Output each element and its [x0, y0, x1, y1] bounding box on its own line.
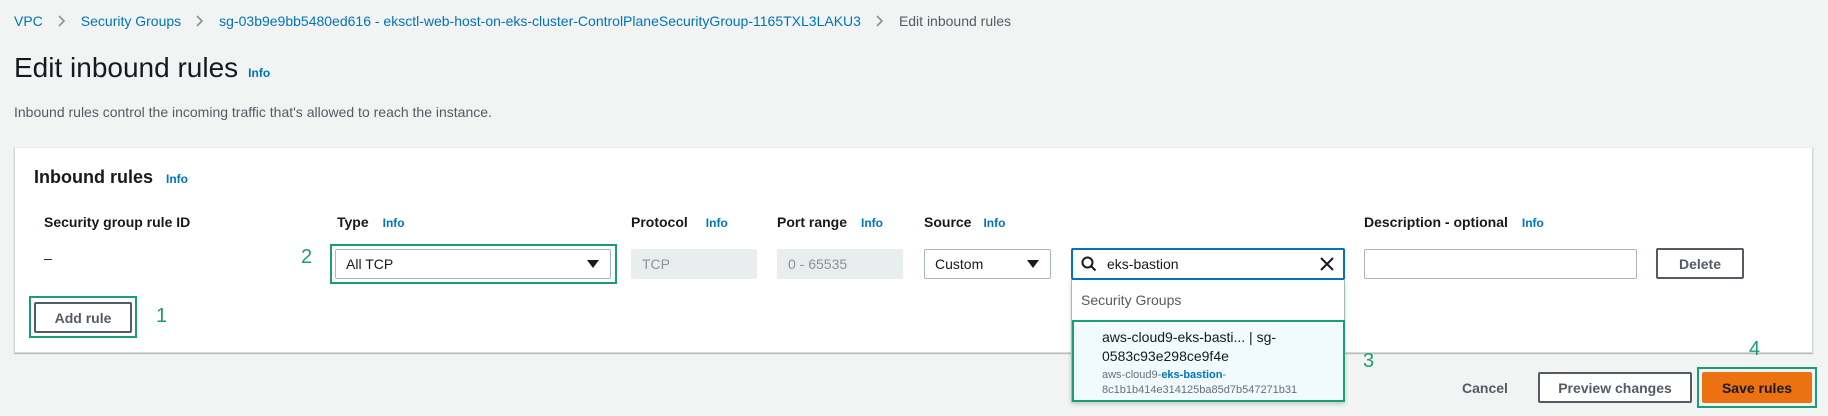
search-icon — [1081, 256, 1097, 272]
page-description: Inbound rules control the incoming traff… — [14, 104, 492, 120]
add-rule-button[interactable]: Add rule — [34, 302, 132, 333]
option-sub-match: eks-bastion — [1161, 369, 1223, 381]
chevron-right-icon — [875, 15, 885, 27]
type-select[interactable]: All TCP — [335, 249, 611, 279]
save-rules-label: Save rules — [1721, 379, 1793, 396]
option-sub-prefix: aws-cloud9- — [1102, 369, 1162, 381]
option-subtitle-line1: aws-cloud9-eks-bastion- — [1102, 368, 1343, 383]
panel-title: Inbound rules Info — [34, 167, 188, 188]
port-range-field: 0 - 65535 — [777, 249, 903, 279]
breadcrumb-vpc[interactable]: VPC — [14, 13, 43, 29]
caret-down-icon — [1027, 260, 1039, 268]
col-header-rule-id: Security group rule ID — [44, 214, 190, 230]
protocol-info-link[interactable]: Info — [706, 216, 728, 230]
annotation-4: 4 — [1749, 338, 1761, 360]
protocol-value: TCP — [642, 256, 670, 272]
breadcrumb: VPC Security Groups sg-03b9e9bb5480ed616… — [14, 13, 1011, 29]
breadcrumb-security-groups[interactable]: Security Groups — [81, 13, 181, 29]
annotation-1: 1 — [156, 305, 168, 327]
port-range-info-link[interactable]: Info — [861, 216, 883, 230]
chevron-right-icon — [195, 15, 205, 27]
source-search-input[interactable]: eks-bastion — [1071, 248, 1345, 280]
source-search-value: eks-bastion — [1107, 256, 1179, 272]
dropdown-option-security-group[interactable]: aws-cloud9-eks-basti... | sg- 0583c93e29… — [1072, 320, 1345, 402]
protocol-field: TCP — [631, 249, 757, 279]
panel-info-link[interactable]: Info — [166, 172, 188, 186]
panel-title-text: Inbound rules — [34, 167, 153, 187]
col-header-rule-id-label: Security group rule ID — [44, 214, 191, 230]
col-header-port-range: Port range Info — [777, 214, 883, 230]
delete-button-label: Delete — [1678, 255, 1722, 272]
option-sub-suffix: - — [1222, 369, 1227, 381]
breadcrumb-current: Edit inbound rules — [898, 13, 1012, 29]
source-info-link[interactable]: Info — [983, 216, 1005, 230]
breadcrumb-security-group-id[interactable]: sg-03b9e9bb5480ed616 - eksctl-web-host-o… — [219, 13, 861, 29]
source-type-select[interactable]: Custom — [924, 249, 1051, 279]
option-subtitle-line2: 8c1b1b414e314125ba85d7b547271b31 — [1102, 384, 1298, 396]
preview-changes-label: Preview changes — [1558, 379, 1672, 396]
col-header-type-label: Type — [337, 214, 369, 230]
annotation-2: 2 — [301, 246, 313, 268]
source-type-value: Custom — [935, 256, 984, 272]
source-dropdown: Security Groups aws-cloud9-eks-basti... … — [1071, 280, 1345, 402]
col-header-description: Description - optional Info — [1364, 214, 1544, 230]
type-info-link[interactable]: Info — [383, 216, 405, 230]
option-title-line2: 0583c93e298ce9f4e — [1102, 348, 1229, 364]
col-header-source: Source Info — [924, 214, 1005, 230]
port-range-value: 0 - 65535 — [788, 256, 848, 272]
chevron-right-icon — [57, 15, 67, 27]
col-header-type: Type Info — [337, 214, 405, 230]
save-rules-button[interactable]: Save rules — [1702, 372, 1812, 403]
col-header-protocol: Protocol Info — [631, 214, 728, 230]
page-title: Edit inbound rules Info — [14, 52, 270, 84]
delete-button[interactable]: Delete — [1656, 248, 1744, 279]
preview-changes-button[interactable]: Preview changes — [1538, 372, 1692, 403]
annotation-3: 3 — [1363, 350, 1375, 372]
page-title-text: Edit inbound rules — [14, 52, 239, 83]
col-header-description-label: Description - optional — [1364, 214, 1508, 230]
option-title-line1: aws-cloud9-eks-basti... | sg- — [1102, 329, 1277, 345]
caret-down-icon — [587, 260, 599, 268]
col-header-port-range-label: Port range — [777, 214, 848, 230]
col-header-protocol-label: Protocol — [631, 214, 688, 230]
type-select-value: All TCP — [346, 256, 394, 272]
dropdown-group-label: Security Groups — [1081, 292, 1182, 308]
clear-icon[interactable] — [1320, 257, 1334, 271]
description-info-link[interactable]: Info — [1522, 216, 1544, 230]
page-info-link[interactable]: Info — [248, 66, 270, 80]
rule-id-value: – — [44, 250, 52, 266]
col-header-source-label: Source — [924, 214, 972, 230]
description-input[interactable] — [1364, 249, 1637, 279]
cancel-button[interactable]: Cancel — [1462, 380, 1508, 396]
add-rule-label: Add rule — [54, 309, 112, 326]
